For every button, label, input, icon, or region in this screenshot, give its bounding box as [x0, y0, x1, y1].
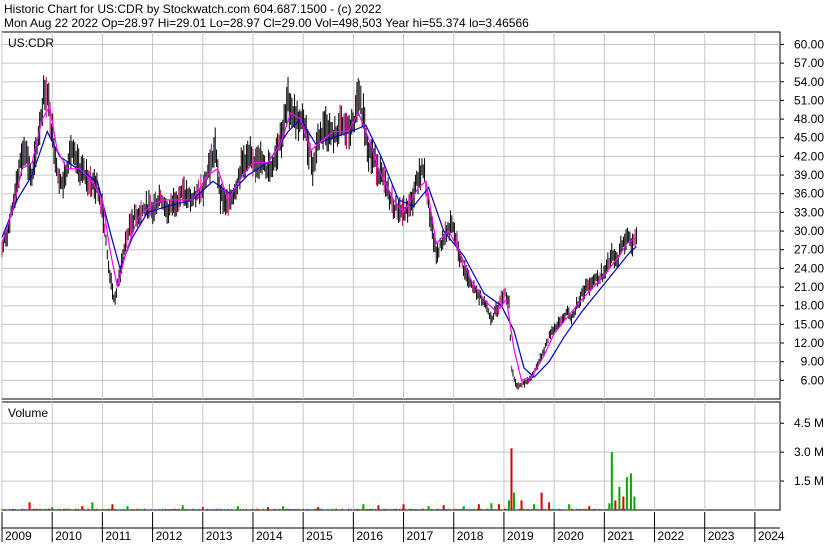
- volume-spike: [625, 477, 628, 510]
- x-tick-label: 2011: [105, 529, 131, 543]
- volume-y-tick-label: 3.0 M: [794, 445, 824, 459]
- x-tick-label: 2010: [55, 529, 82, 543]
- volume-spike: [507, 500, 510, 510]
- volume-spike: [633, 496, 636, 510]
- volume-spike: [510, 448, 513, 510]
- x-tick-label: 2017: [407, 529, 434, 543]
- volume-spike: [377, 505, 380, 510]
- volume-spike: [462, 506, 465, 510]
- volume-spike: [548, 502, 551, 510]
- price-y-tick-label: 18.00: [794, 299, 824, 313]
- x-tick-label: 2012: [156, 529, 183, 543]
- price-y-tick-label: 27.00: [794, 243, 824, 257]
- x-tick-label: 2014: [256, 529, 283, 543]
- volume-panel-title: Volume: [8, 406, 48, 420]
- volume-spike: [622, 496, 625, 510]
- price-y-tick-label: 6.00: [801, 373, 825, 387]
- volume-spike: [497, 504, 500, 510]
- price-y-tick-label: 51.00: [794, 93, 824, 107]
- x-tick-label: 2021: [607, 529, 634, 543]
- volume-spike: [614, 500, 617, 510]
- price-y-tick-label: 33.00: [794, 205, 824, 219]
- volume-spike: [442, 505, 445, 510]
- volume-spike: [477, 504, 480, 510]
- header-line-2: Mon Aug 22 2022 Op=28.97 Hi=29.01 Lo=28.…: [4, 16, 529, 30]
- volume-spike: [111, 504, 114, 510]
- price-y-tick-label: 45.00: [794, 131, 824, 145]
- volume-spike: [28, 502, 31, 510]
- price-y-tick-label: 48.00: [794, 112, 824, 126]
- volume-spike: [181, 505, 184, 510]
- volume-spike: [126, 506, 129, 510]
- volume-spike: [568, 504, 571, 510]
- volume-spike: [427, 506, 430, 510]
- x-tick-label: 2015: [306, 529, 333, 543]
- volume-spike: [512, 492, 515, 510]
- price-y-tick-label: 39.00: [794, 168, 824, 182]
- volume-spike: [201, 507, 204, 510]
- volume-spike: [533, 504, 536, 510]
- volume-spike: [608, 503, 611, 510]
- volume-panel: 1.5 M 3.0 M 4.5 M Volume: [1, 401, 824, 511]
- price-y-tick-label: 9.00: [801, 355, 825, 369]
- volume-spike: [51, 507, 54, 510]
- price-panel-title: US:CDR: [8, 36, 54, 50]
- volume-spike: [588, 506, 591, 510]
- price-y-tick-label: 60.00: [794, 37, 824, 51]
- x-tick-label: 2022: [658, 529, 685, 543]
- price-y-tick-label: 36.00: [794, 187, 824, 201]
- price-panel-frame: [1, 31, 781, 400]
- x-tick-label: 2018: [457, 529, 484, 543]
- volume-spike: [362, 504, 365, 510]
- chart-window: Historic Chart for US:CDR by Stockwatch.…: [0, 0, 830, 543]
- header-line-1: Historic Chart for US:CDR by Stockwatch.…: [4, 2, 382, 16]
- volume-spike: [267, 507, 270, 510]
- volume-spike: [236, 506, 239, 510]
- price-y-tick-label: 21.00: [794, 280, 824, 294]
- volume-spike: [618, 486, 621, 510]
- volume-spike: [91, 502, 94, 510]
- price-panel: 6.00 9.00 12.00 15.00 18.00 21.00 24.00 27.00 30…: [1, 31, 825, 400]
- stock-chart: Historic Chart for US:CDR by Stockwatch.…: [0, 0, 830, 543]
- volume-spike: [520, 500, 523, 510]
- x-tick-label: 2013: [206, 529, 233, 543]
- price-y-tick-label: 57.00: [794, 56, 824, 70]
- price-y-tick-label: 30.00: [794, 224, 824, 238]
- price-y-tick-label: 15.00: [794, 317, 824, 331]
- price-y-tick-label: 24.00: [794, 261, 824, 275]
- volume-spike: [540, 492, 543, 510]
- volume-panel-frame: [1, 401, 781, 511]
- price-y-tick-label: 12.00: [794, 336, 824, 350]
- volume-y-tick-label: 4.5 M: [794, 416, 824, 430]
- volume-spike: [629, 473, 632, 510]
- x-tick-label: 2023: [708, 529, 735, 543]
- volume-y-tick-label: 1.5 M: [794, 474, 824, 488]
- x-tick-label: 2020: [557, 529, 584, 543]
- x-tick-label: 2019: [507, 529, 534, 543]
- volume-spike: [81, 506, 84, 510]
- volume-spike: [282, 506, 285, 510]
- volume-spike: [490, 503, 493, 510]
- price-y-tick-label: 42.00: [794, 149, 824, 163]
- x-tick-label: 2009: [5, 529, 32, 543]
- volume-spike: [402, 504, 405, 510]
- price-y-tick-label: 54.00: [794, 75, 824, 89]
- x-tick-label: 2024: [758, 529, 785, 543]
- volume-spike: [610, 452, 613, 510]
- volume-spike: [317, 507, 320, 510]
- x-tick-label: 2016: [356, 529, 383, 543]
